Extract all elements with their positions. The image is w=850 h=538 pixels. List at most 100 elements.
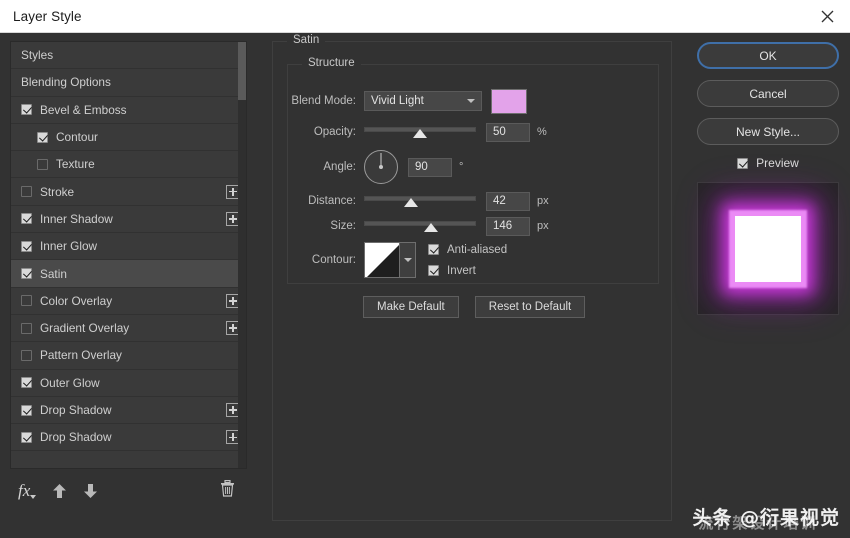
- styles-list-scrollbar[interactable]: [238, 42, 246, 468]
- structure-group-title: Structure: [302, 57, 361, 69]
- blend-mode-select[interactable]: Vivid Light: [364, 91, 482, 111]
- size-slider[interactable]: [364, 218, 476, 234]
- angle-dial-hub: [379, 165, 383, 169]
- styles-list-item-styles[interactable]: Styles: [11, 42, 246, 70]
- styles-list-item-satin[interactable]: Satin: [11, 260, 246, 288]
- checkbox-icon[interactable]: [21, 431, 32, 443]
- checkbox-icon[interactable]: [21, 322, 32, 334]
- styles-list-item-stroke[interactable]: Stroke: [11, 178, 246, 206]
- checkbox-icon[interactable]: [21, 213, 32, 225]
- styles-list-item-texture[interactable]: Texture: [11, 151, 246, 179]
- chevron-down-icon: [30, 495, 37, 499]
- new-style-button[interactable]: New Style...: [697, 118, 839, 145]
- contour-picker[interactable]: [364, 242, 416, 278]
- checkbox-icon[interactable]: [21, 295, 32, 307]
- checkbox-icon[interactable]: [21, 268, 32, 280]
- styles-list-item-label: Inner Shadow: [40, 211, 113, 226]
- ok-button[interactable]: OK: [697, 42, 839, 69]
- checkbox-icon[interactable]: [21, 104, 32, 116]
- opacity-slider-knob[interactable]: [413, 129, 427, 138]
- styles-list-item-pattern-overlay[interactable]: Pattern Overlay: [11, 342, 246, 370]
- opacity-row: Opacity: 50 %: [288, 122, 547, 142]
- checkbox-icon[interactable]: [21, 404, 32, 416]
- contour-row: Contour: Anti-aliased Invert: [288, 241, 507, 279]
- styles-list-item-label: Outer Glow: [40, 375, 100, 390]
- distance-slider-knob[interactable]: [404, 198, 419, 207]
- size-slider-knob[interactable]: [424, 223, 439, 232]
- styles-list-item-outer-glow[interactable]: Outer Glow: [11, 370, 246, 397]
- styles-list-item-color-overlay[interactable]: Color Overlay: [11, 288, 246, 315]
- arrow-up-icon[interactable]: [52, 483, 67, 499]
- make-default-button[interactable]: Make Default: [363, 296, 459, 318]
- angle-value: 90: [415, 161, 428, 173]
- trash-icon[interactable]: [220, 480, 235, 502]
- title-bar: Layer Style: [0, 0, 850, 33]
- fx-label: fx: [18, 481, 31, 500]
- contour-curve-shape: [365, 243, 399, 277]
- styles-list-item-label: Drop Shadow: [40, 430, 112, 445]
- preview-thumbnail: [697, 182, 839, 315]
- checkbox-icon[interactable]: [21, 349, 32, 361]
- styles-list-item-gradient-overlay[interactable]: Gradient Overlay: [11, 315, 246, 343]
- preview-label: Preview: [756, 156, 799, 170]
- checkbox-icon[interactable]: [37, 131, 48, 143]
- reset-default-label: Reset to Default: [488, 301, 572, 313]
- satin-color-swatch[interactable]: [491, 88, 527, 114]
- invert-checkbox[interactable]: Invert: [428, 262, 507, 279]
- styles-list-item-inner-shadow[interactable]: Inner Shadow: [11, 206, 246, 234]
- size-slider-track: [364, 221, 476, 226]
- actions-column: OK Cancel New Style... Preview: [690, 33, 850, 538]
- styles-list-item-drop-shadow[interactable]: Drop Shadow: [11, 397, 246, 425]
- opacity-slider[interactable]: [364, 124, 476, 140]
- opacity-input[interactable]: 50: [486, 122, 530, 142]
- cancel-button[interactable]: Cancel: [697, 80, 839, 107]
- distance-value: 42: [493, 195, 506, 207]
- distance-input[interactable]: 42: [486, 191, 530, 211]
- distance-row: Distance: 42 px: [288, 191, 549, 211]
- invert-label: Invert: [447, 264, 476, 277]
- preview-checkbox[interactable]: Preview: [737, 156, 799, 170]
- contour-swatch[interactable]: [364, 242, 400, 278]
- checkbox-icon[interactable]: [21, 240, 32, 252]
- styles-list-item-label: Drop Shadow: [40, 403, 112, 417]
- styles-list[interactable]: Styles Blending Options Bevel & Emboss Cont…: [10, 41, 247, 469]
- scrollbar-thumb[interactable]: [238, 42, 246, 100]
- styles-list-item-label: Color Overlay: [40, 293, 113, 308]
- styles-column: Styles Blending Options Bevel & Emboss Cont…: [0, 33, 256, 538]
- checkbox-icon[interactable]: [21, 377, 32, 389]
- new-style-label: New Style...: [735, 124, 801, 139]
- opacity-label: Opacity:: [313, 126, 356, 138]
- blend-mode-label: Blend Mode:: [291, 95, 356, 107]
- angle-dial[interactable]: [364, 150, 398, 184]
- dialog-body: Styles Blending Options Bevel & Emboss Cont…: [0, 33, 850, 538]
- angle-input[interactable]: 90: [408, 157, 452, 177]
- default-buttons: Make Default Reset to Default: [363, 296, 586, 318]
- styles-list-item-contour[interactable]: Contour: [11, 124, 246, 152]
- angle-row: Angle: 90 °: [288, 149, 463, 185]
- styles-list-item-blending-options[interactable]: Blending Options: [11, 69, 246, 97]
- checkbox-icon: [737, 157, 749, 169]
- reset-to-default-button[interactable]: Reset to Default: [474, 296, 586, 318]
- styles-list-item-bevel-emboss[interactable]: Bevel & Emboss: [11, 97, 246, 124]
- size-input[interactable]: 146: [486, 216, 530, 236]
- angle-unit: °: [459, 161, 464, 173]
- styles-list-item-drop-shadow[interactable]: Drop Shadow: [11, 424, 246, 452]
- angle-label: Angle:: [323, 161, 356, 173]
- cancel-label: Cancel: [749, 86, 787, 101]
- styles-list-item-label: Satin: [40, 266, 67, 281]
- styles-list-item-inner-glow[interactable]: Inner Glow: [11, 233, 246, 261]
- checkbox-icon: [428, 244, 439, 255]
- arrow-down-icon[interactable]: [83, 483, 98, 499]
- anti-aliased-checkbox[interactable]: Anti-aliased: [428, 241, 507, 258]
- size-row: Size: 146 px: [288, 216, 549, 236]
- fx-icon[interactable]: fx: [18, 481, 37, 501]
- close-button[interactable]: [804, 0, 850, 33]
- size-value: 146: [493, 220, 513, 232]
- ok-label: OK: [759, 48, 777, 63]
- checkbox-icon[interactable]: [21, 186, 32, 198]
- contour-dropdown-button[interactable]: [400, 242, 416, 278]
- distance-slider[interactable]: [364, 193, 476, 209]
- blend-mode-row: Blend Mode: Vivid Light: [288, 88, 527, 114]
- chevron-down-icon: [467, 99, 475, 103]
- checkbox-icon[interactable]: [37, 158, 48, 170]
